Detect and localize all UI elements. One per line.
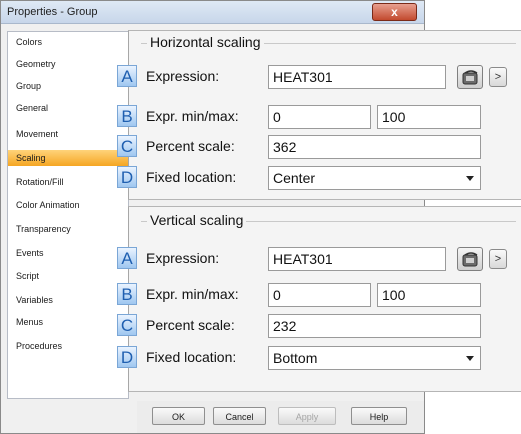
- chevron-down-icon: [466, 356, 474, 361]
- sidebar-item-procedures[interactable]: Procedures: [8, 338, 128, 354]
- minmax-label: Expr. min/max:: [146, 108, 239, 124]
- fixed-location-value: Bottom: [273, 350, 318, 366]
- sidebar-item-group[interactable]: Group: [8, 78, 128, 94]
- minmax-label: Expr. min/max:: [146, 286, 239, 302]
- badge-b: B: [117, 283, 137, 305]
- badge-c: C: [117, 314, 137, 336]
- title-bar: Properties - Group x: [1, 1, 424, 24]
- expand-button[interactable]: >: [489, 249, 507, 269]
- expr-min-field[interactable]: 0: [268, 283, 371, 307]
- tag-browse-button[interactable]: [457, 65, 483, 89]
- expression-label: Expression:: [146, 250, 220, 266]
- badge-b: B: [117, 105, 137, 127]
- expression-field[interactable]: HEAT301: [268, 247, 446, 271]
- window-title: Properties - Group: [7, 6, 98, 18]
- expand-button[interactable]: >: [489, 67, 507, 87]
- sidebar-item-color-animation[interactable]: Color Animation: [8, 197, 128, 213]
- fixed-location-select[interactable]: Center: [268, 166, 481, 190]
- tag-browser-icon: [462, 252, 478, 267]
- expression-field[interactable]: HEAT301: [268, 65, 446, 89]
- percent-scale-field[interactable]: 232: [268, 314, 481, 338]
- category-sidebar: Colors Geometry Group General Movement S…: [7, 31, 129, 399]
- sidebar-item-general[interactable]: General: [8, 100, 128, 116]
- fixed-location-label: Fixed location:: [146, 349, 237, 365]
- expression-label: Expression:: [146, 68, 220, 84]
- horizontal-scaling-title: Horizontal scaling: [147, 34, 264, 50]
- sidebar-item-events[interactable]: Events: [8, 245, 128, 261]
- help-button[interactable]: Help: [351, 407, 407, 425]
- button-bar: OK Cancel Apply Help: [137, 401, 424, 433]
- sidebar-item-variables[interactable]: Variables: [8, 292, 128, 308]
- sidebar-item-geometry[interactable]: Geometry: [8, 56, 128, 72]
- horizontal-scaling-panel: Horizontal scaling A Expression: HEAT301…: [117, 30, 521, 200]
- cancel-button[interactable]: Cancel: [213, 407, 266, 425]
- badge-c: C: [117, 135, 137, 157]
- percent-scale-label: Percent scale:: [146, 317, 235, 333]
- expr-min-field[interactable]: 0: [268, 105, 371, 129]
- sidebar-item-menus[interactable]: Menus: [8, 314, 128, 330]
- close-button[interactable]: x: [372, 3, 417, 21]
- fixed-location-select[interactable]: Bottom: [268, 346, 481, 370]
- sidebar-item-rotation-fill[interactable]: Rotation/Fill: [8, 174, 128, 190]
- expr-max-field[interactable]: 100: [377, 105, 481, 129]
- sidebar-item-scaling[interactable]: Scaling: [8, 150, 128, 166]
- expr-max-field[interactable]: 100: [377, 283, 481, 307]
- tag-browse-button[interactable]: [457, 247, 483, 271]
- sidebar-item-movement[interactable]: Movement: [8, 126, 128, 142]
- chevron-down-icon: [466, 176, 474, 181]
- fixed-location-value: Center: [273, 170, 316, 186]
- badge-d: D: [117, 166, 137, 188]
- percent-scale-field[interactable]: 362: [268, 135, 481, 159]
- sidebar-item-transparency[interactable]: Transparency: [8, 221, 128, 237]
- badge-a: A: [117, 247, 137, 269]
- vertical-scaling-title: Vertical scaling: [147, 212, 247, 228]
- fixed-location-label: Fixed location:: [146, 169, 237, 185]
- ok-button[interactable]: OK: [152, 407, 205, 425]
- vertical-scaling-panel: Vertical scaling A Expression: HEAT301 >…: [117, 206, 521, 392]
- badge-a: A: [117, 65, 137, 87]
- tag-browser-icon: [462, 70, 478, 85]
- percent-scale-label: Percent scale:: [146, 138, 235, 154]
- badge-d: D: [117, 346, 137, 368]
- apply-button[interactable]: Apply: [278, 407, 336, 425]
- sidebar-item-script[interactable]: Script: [8, 268, 128, 284]
- sidebar-item-colors[interactable]: Colors: [8, 34, 128, 50]
